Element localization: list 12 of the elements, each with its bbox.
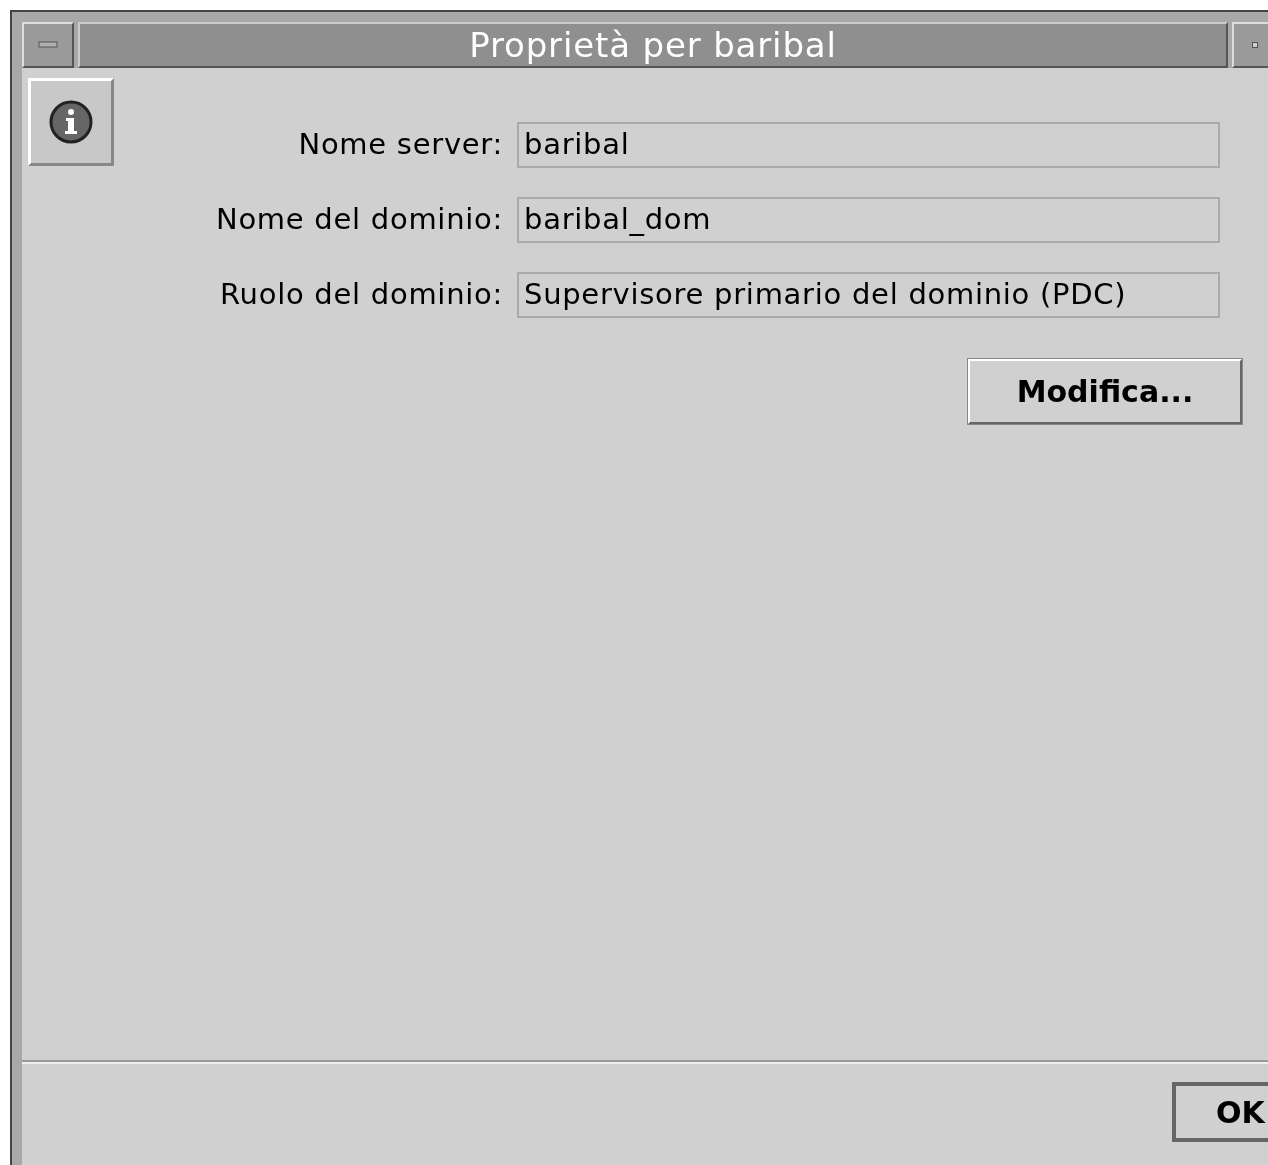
edit-button[interactable]: Modifica...: [968, 359, 1242, 424]
text-field[interactable]: baribal: [517, 122, 1220, 168]
field-label: Ruolo del dominio:: [219, 276, 504, 314]
field-label: Nome server:: [297, 126, 504, 164]
minus-icon: [38, 41, 58, 49]
info-icon: [48, 99, 94, 145]
text-field[interactable]: Supervisore primario del dominio (PDC): [517, 272, 1220, 318]
window-menu-button[interactable]: [22, 22, 74, 68]
ok-button[interactable]: OK: [1172, 1082, 1268, 1142]
text-field[interactable]: baribal_dom: [517, 197, 1220, 243]
window-title: Proprietà per baribal: [469, 23, 837, 67]
field-label: Nome del dominio:: [215, 201, 504, 239]
